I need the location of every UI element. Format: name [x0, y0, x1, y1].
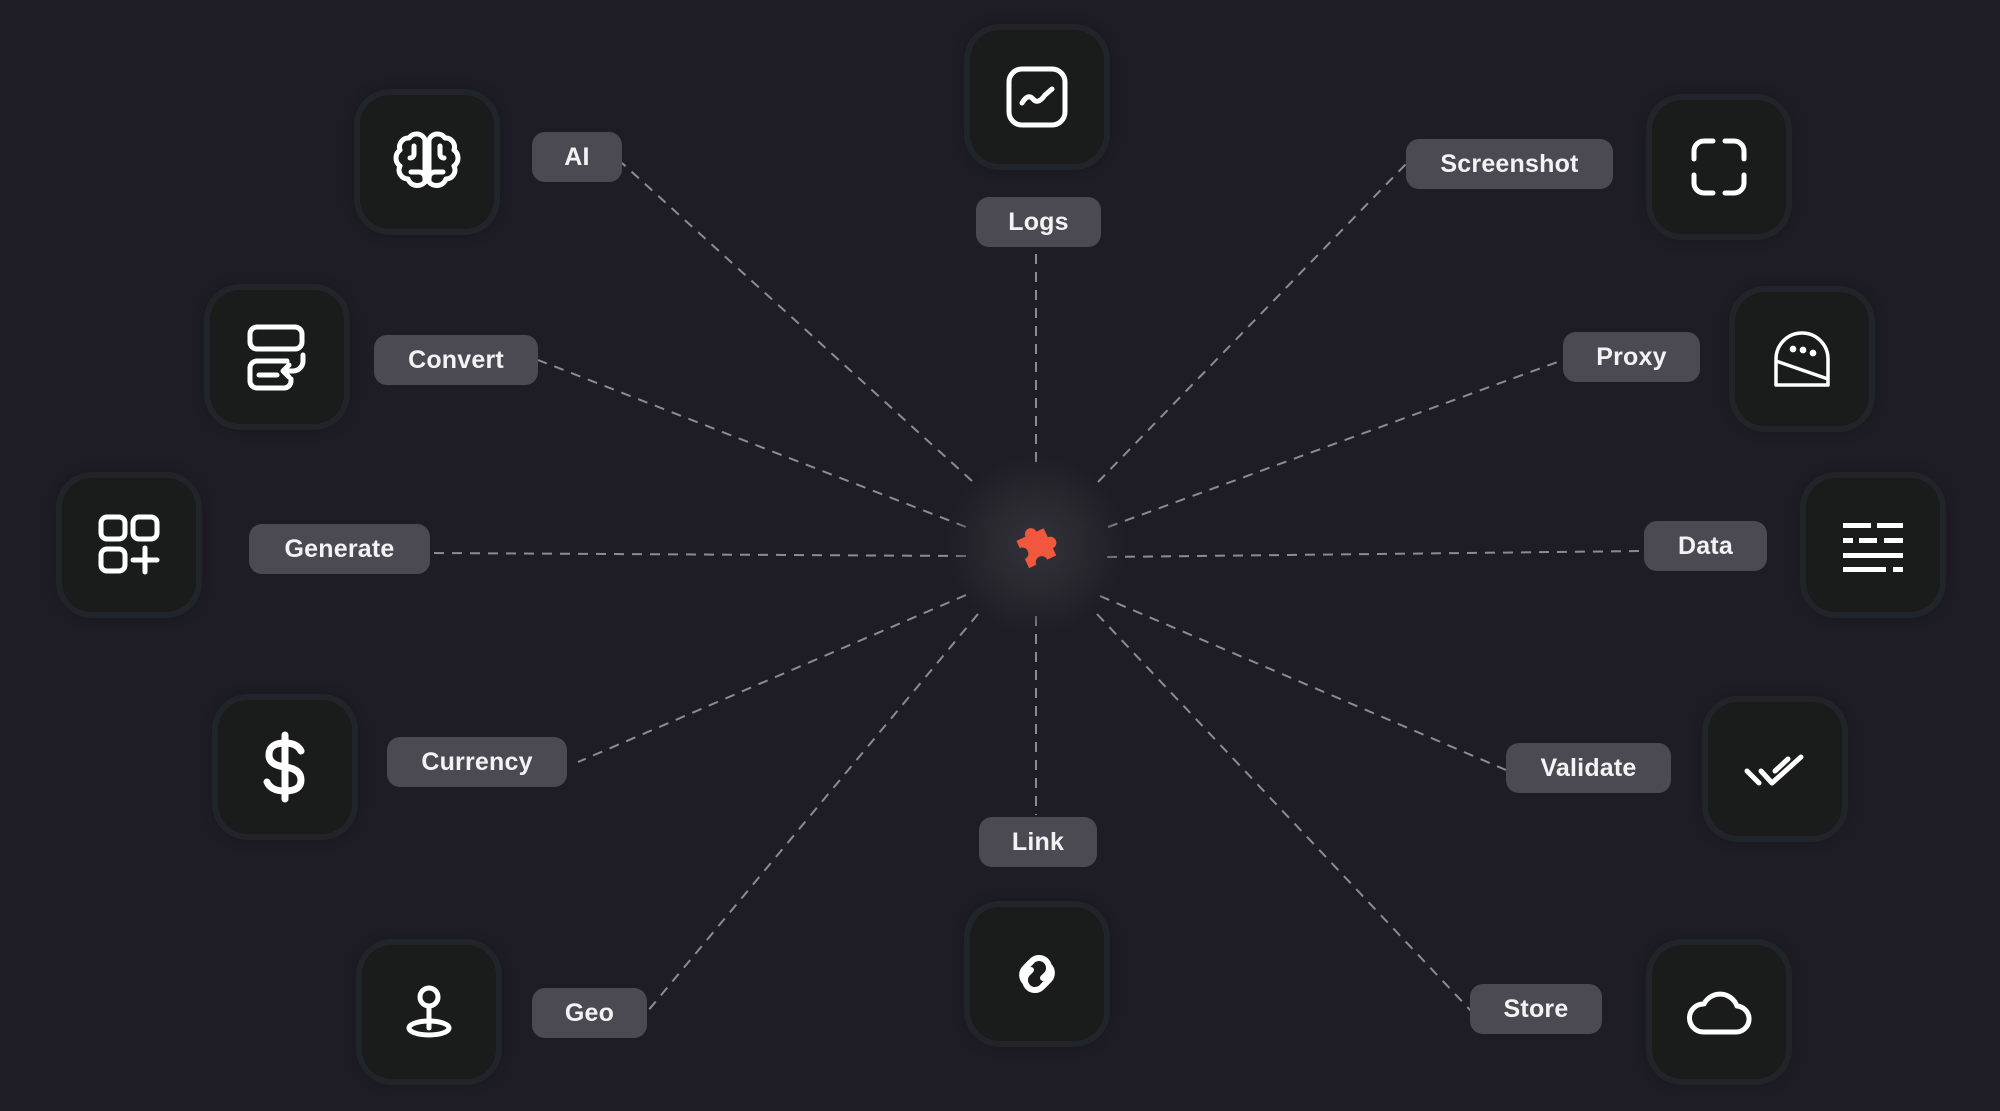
- connector-proxy: [1107, 359, 1564, 528]
- hub[interactable]: [1006, 515, 1066, 575]
- tile-currency[interactable]: [218, 700, 352, 834]
- tile-logs[interactable]: [970, 30, 1104, 164]
- label-generate[interactable]: Generate: [249, 524, 430, 574]
- connector-geo: [646, 613, 979, 1013]
- activity-chart-icon: [1006, 66, 1068, 128]
- tile-proxy[interactable]: [1735, 292, 1869, 426]
- label-link[interactable]: Link: [979, 817, 1097, 867]
- integration-diagram: Logs Screenshot Proxy Data Validate Stor…: [0, 0, 2000, 1111]
- tile-ai[interactable]: [360, 95, 494, 229]
- label-data[interactable]: Data: [1644, 521, 1767, 571]
- label-geo[interactable]: Geo: [532, 988, 647, 1038]
- tile-screenshot[interactable]: [1652, 100, 1786, 234]
- label-store[interactable]: Store: [1470, 984, 1602, 1034]
- double-check-icon: [1744, 754, 1804, 786]
- map-pin-icon: [406, 985, 452, 1038]
- text-lines-icon: [1843, 523, 1903, 572]
- dollar-icon: [263, 731, 305, 803]
- label-screenshot[interactable]: Screenshot: [1406, 139, 1613, 189]
- connector-store: [1096, 613, 1473, 1013]
- connector-screenshot: [1097, 163, 1407, 483]
- connector-convert: [537, 359, 967, 528]
- connector-currency: [577, 594, 967, 763]
- proxy-helmet-icon: [1774, 331, 1830, 387]
- puzzle-piece-icon: [1016, 528, 1057, 569]
- convert-icon: [247, 324, 306, 391]
- label-currency[interactable]: Currency: [387, 737, 567, 787]
- tile-store[interactable]: [1652, 945, 1786, 1079]
- connector-generate: [429, 552, 967, 557]
- label-logs[interactable]: Logs: [976, 197, 1101, 247]
- label-proxy[interactable]: Proxy: [1563, 332, 1700, 382]
- connector-data: [1106, 550, 1645, 558]
- tile-generate[interactable]: [62, 478, 196, 612]
- label-validate[interactable]: Validate: [1506, 743, 1671, 793]
- tile-convert[interactable]: [210, 290, 344, 424]
- grid-add-icon: [98, 514, 160, 575]
- label-convert[interactable]: Convert: [374, 335, 538, 385]
- screenshot-frame-icon: [1691, 138, 1747, 196]
- tile-geo[interactable]: [362, 945, 496, 1079]
- link-icon: [1019, 955, 1055, 993]
- tile-link[interactable]: [970, 907, 1104, 1041]
- cloud-icon: [1687, 991, 1752, 1035]
- tile-data[interactable]: [1806, 478, 1940, 612]
- label-ai[interactable]: AI: [532, 132, 622, 182]
- connector-ai: [621, 162, 973, 482]
- tile-validate[interactable]: [1708, 702, 1842, 836]
- brain-icon: [393, 131, 461, 188]
